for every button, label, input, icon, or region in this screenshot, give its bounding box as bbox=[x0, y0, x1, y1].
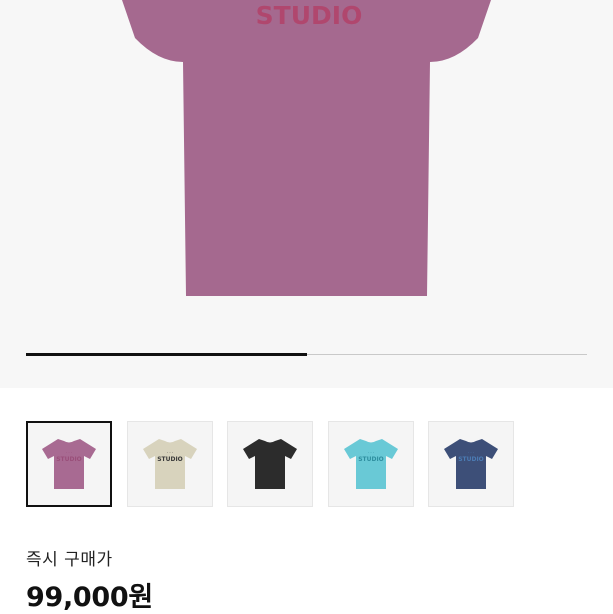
svg-text:· · ·: · · · bbox=[368, 450, 374, 455]
product-main-image: STUDIO bbox=[122, 0, 491, 296]
thumb-aqua[interactable]: · · · STUDIO bbox=[328, 421, 414, 507]
gallery-progress-fill bbox=[26, 353, 307, 356]
tshirt-icon: · · ·STUDIO bbox=[42, 439, 96, 489]
tshirt-icon: · · ·STUDIO bbox=[143, 439, 197, 489]
gallery-progress-bar bbox=[26, 353, 587, 356]
tshirt-icon: · · ·STUDIO bbox=[444, 439, 498, 489]
shirt-print-text: STUDIO bbox=[256, 1, 363, 30]
thumb-black[interactable] bbox=[227, 421, 313, 507]
product-image-gallery[interactable]: STUDIO bbox=[0, 0, 613, 388]
svg-text:· · ·: · · · bbox=[66, 450, 72, 455]
shirt-print-text: STUDIO bbox=[56, 456, 82, 463]
tshirt-icon bbox=[243, 439, 297, 489]
thumb-beige[interactable]: · · · STUDIO bbox=[127, 421, 213, 507]
svg-text:· · ·: · · · bbox=[468, 450, 474, 455]
shirt-print-text: STUDIO bbox=[157, 456, 183, 463]
shirt-print-text: STUDIO bbox=[458, 456, 484, 463]
color-thumbnail-list: · · · STUDIO · · · STUDIO · · · STUDIO · · · ST… bbox=[26, 421, 587, 509]
price-value: 99,000원 bbox=[26, 582, 153, 613]
tshirt-icon: · · ·STUDIO bbox=[344, 439, 398, 489]
svg-text:· · ·: · · · bbox=[167, 450, 173, 455]
thumb-mauve[interactable]: · · · STUDIO bbox=[26, 421, 112, 507]
instant-buy-price-label: 즉시 구매가 bbox=[26, 550, 113, 570]
shirt-print-text: STUDIO bbox=[358, 456, 384, 463]
thumb-navy[interactable]: · · · STUDIO bbox=[428, 421, 514, 507]
